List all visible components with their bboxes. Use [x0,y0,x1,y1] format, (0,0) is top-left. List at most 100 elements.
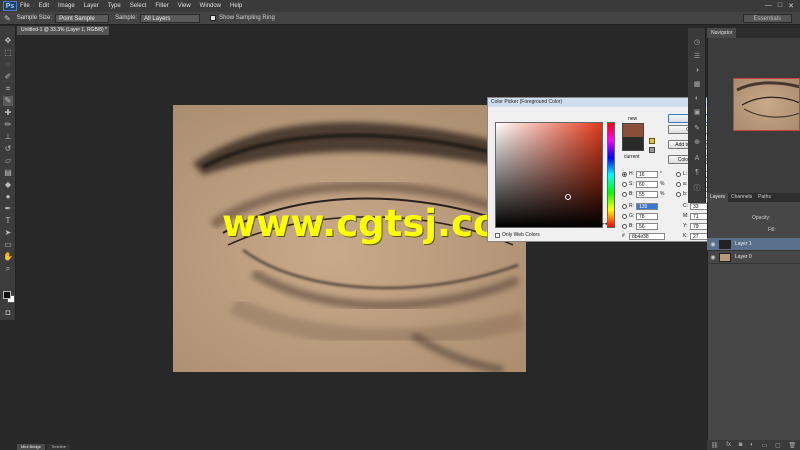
pen-tool-icon[interactable]: ✒ [3,204,13,214]
menu-help[interactable]: Help [230,3,242,9]
sample-size-select[interactable]: Point Sample [55,13,110,23]
blur-tool-icon[interactable]: ◆ [3,180,13,190]
history-brush-tool-icon[interactable]: ↺ [3,144,13,154]
document-tab[interactable]: Untitled-1 @ 33.3% (Layer 1, RGB/8) * [17,26,109,35]
eraser-tool-icon[interactable]: ▱ [3,156,13,166]
color-panel-icon[interactable]: ◑ [692,66,702,76]
hue-slider[interactable] [607,122,615,228]
marquee-tool-icon[interactable]: ⬚ [3,48,13,58]
path-selection-tool-icon[interactable]: ➤ [3,228,13,238]
clone-source-panel-icon[interactable]: ⊕ [692,138,702,148]
properties-panel-icon[interactable]: ☰ [692,52,702,62]
brightness-input[interactable]: 55 [636,190,658,198]
eyedropper-tool-icon[interactable]: ✎ [3,96,13,106]
menu-edit[interactable]: Edit [39,3,49,9]
close-window-button[interactable]: ✕ [788,2,794,10]
new-layer-icon[interactable]: ▢ [775,442,781,449]
crop-tool-icon[interactable]: ⌗ [3,84,13,94]
saturation-brightness-field[interactable] [495,122,603,228]
visibility-eye-icon[interactable]: ◉ [707,241,719,248]
lab-l-radio[interactable] [676,171,681,177]
swatches-panel-icon[interactable]: ▦ [692,80,702,90]
green-input[interactable]: 78 [636,212,658,220]
hand-tool-icon[interactable]: ✋ [3,252,13,262]
hue-slider-arrow-icon[interactable]: ▸◂ [602,221,607,227]
red-input[interactable]: 139 [636,202,658,210]
color-selector-ring-icon[interactable] [565,194,571,200]
layer-row[interactable]: ◉ Layer 1 [707,238,800,251]
new-group-icon[interactable]: ▭ [762,442,768,449]
brush-panel-icon[interactable]: ✎ [692,124,702,134]
layers-tab[interactable]: Layers [707,193,729,202]
menu-window[interactable]: Window [200,3,221,9]
channels-tab[interactable]: Channels [728,193,755,202]
brightness-radio[interactable] [622,191,627,197]
healing-brush-tool-icon[interactable]: ✚ [3,108,13,118]
navigator-preview[interactable] [733,78,800,131]
sample-select[interactable]: All Layers [140,13,201,23]
styles-panel-icon[interactable]: ▣ [692,108,702,118]
lasso-tool-icon[interactable]: ◌ [3,60,13,70]
move-tool-icon[interactable]: ✥ [3,36,13,46]
add-mask-icon[interactable]: ◙ [739,442,743,448]
paths-tab[interactable]: Paths [755,193,774,202]
menu-file[interactable]: File [20,3,30,9]
menu-image[interactable]: Image [58,3,75,9]
quick-mask-icon[interactable]: ◘ [3,308,13,318]
menu-view[interactable]: View [178,3,191,9]
info-panel-icon[interactable]: ⓘ [692,184,702,194]
out-of-gamut-warning-icon[interactable] [649,138,655,144]
menu-type[interactable]: Type [108,3,121,9]
lab-a-radio[interactable] [676,181,681,187]
timeline-tab[interactable]: Timeline [47,444,70,450]
layer-style-icon[interactable]: fx [726,442,731,448]
eyedropper-preset-icon[interactable]: ✎ [4,14,11,23]
blue-radio[interactable] [622,223,627,229]
opacity-label[interactable]: Opacity: [752,215,770,221]
navigator-tab[interactable]: Navigator [707,28,737,38]
dodge-tool-icon[interactable]: ● [3,192,13,202]
web-safe-cube-icon[interactable] [649,147,655,153]
clone-stamp-tool-icon[interactable]: ⊥ [3,132,13,142]
navigator-eye-thumbnail [736,81,799,118]
history-panel-icon[interactable]: ◷ [692,38,702,48]
shape-tool-icon[interactable]: ▭ [3,240,13,250]
menu-select[interactable]: Select [130,3,147,9]
quick-select-tool-icon[interactable]: ✐ [3,72,13,82]
menu-layer[interactable]: Layer [84,3,99,9]
layer-thumbnail [719,239,731,249]
lab-b-radio[interactable] [676,191,681,197]
only-web-colors-checkbox[interactable] [495,232,500,238]
adjustment-layer-icon[interactable]: ◐ [750,442,754,448]
saturation-radio[interactable] [622,181,627,187]
delete-layer-icon[interactable]: 🗑 [788,442,796,449]
type-tool-icon[interactable]: T [3,216,13,226]
layers-panel [707,193,800,450]
hue-input[interactable]: 16 [636,170,658,178]
green-radio[interactable] [622,213,627,219]
paragraph-panel-icon[interactable]: ¶ [692,168,702,178]
hue-radio[interactable] [622,171,627,177]
hex-input[interactable]: 8b4e38 [629,232,665,240]
red-radio[interactable] [622,203,627,209]
menu-filter[interactable]: Filter [155,3,168,9]
saturation-input[interactable]: 60 [636,180,658,188]
mini-bridge-tab[interactable]: Mini Bridge [17,444,46,450]
foreground-color-swatch[interactable] [3,291,11,299]
zoom-tool-icon[interactable]: ⌕ [3,264,13,274]
brush-tool-icon[interactable]: ✏ [3,120,13,130]
link-layers-icon[interactable]: ⛓ [711,442,719,449]
workspace-switcher[interactable]: Essentials [742,13,792,23]
fill-label[interactable]: Fill: [768,227,776,233]
minimize-button[interactable]: — [765,2,772,10]
current-color-swatch[interactable] [622,137,644,151]
visibility-eye-icon[interactable]: ◉ [707,254,719,261]
show-sampling-ring-checkbox[interactable] [210,15,217,21]
bottom-panel-tabs: Mini Bridge Timeline [17,444,217,450]
blue-input[interactable]: 56 [636,222,658,230]
adjustments-panel-icon[interactable]: ◐ [692,94,702,104]
gradient-tool-icon[interactable]: ▤ [3,168,13,178]
character-panel-icon[interactable]: A [692,154,702,164]
layer-row[interactable]: ◉ Layer 0 [707,251,800,264]
maximize-button[interactable]: □ [778,2,782,10]
